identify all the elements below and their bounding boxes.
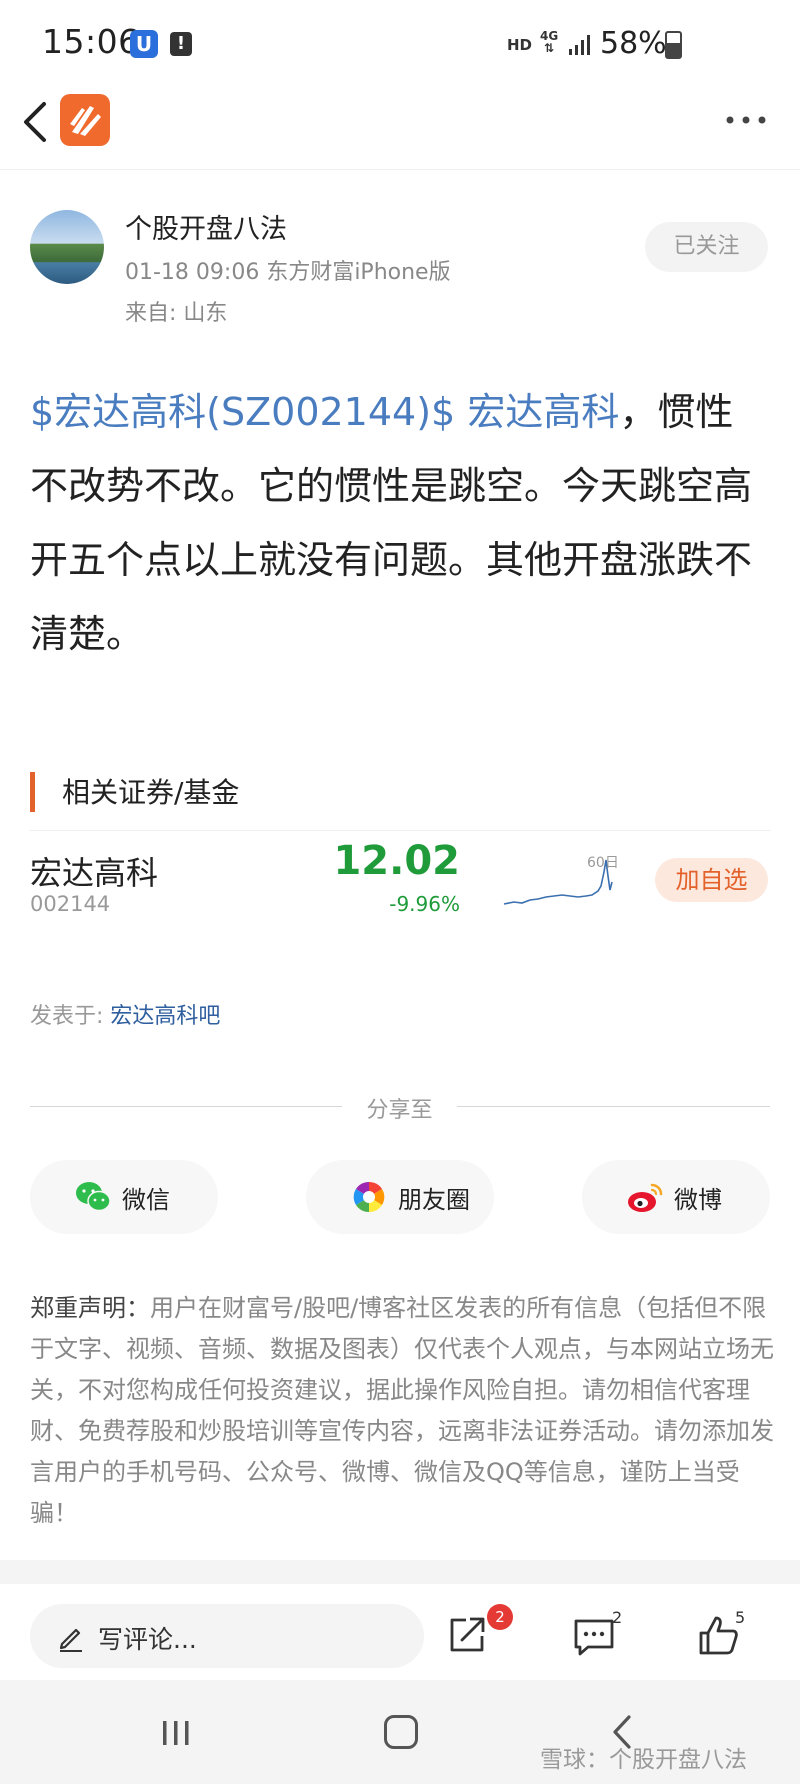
weibo-icon — [628, 1183, 663, 1212]
share-divider-right — [457, 1106, 770, 1107]
follow-button[interactable]: 已关注 — [645, 222, 768, 272]
comment-input[interactable] — [30, 1604, 424, 1668]
posted-in-prefix: 发表于: — [30, 1004, 111, 1029]
related-divider — [30, 830, 770, 831]
share-weibo-label: 微博 — [674, 1186, 722, 1214]
stock-tag-link[interactable]: $宏达高科(SZ002144)$ — [30, 390, 455, 434]
section-accent-bar — [30, 772, 35, 812]
share-out-icon[interactable] — [446, 1614, 488, 1656]
share-divider-left — [30, 1106, 342, 1107]
stock-name[interactable]: 宏达高科 — [30, 848, 158, 894]
share-wechat-button[interactable]: 微信 — [30, 1160, 218, 1234]
add-watchlist-button[interactable]: 加自选 — [655, 858, 768, 902]
status-time: 15:06 — [42, 22, 140, 61]
share-moments-label: 朋友圈 — [398, 1186, 470, 1214]
share-label: 分享至 — [366, 1098, 433, 1123]
post-location: 来自: 山东 — [125, 301, 228, 326]
comment-icon[interactable] — [572, 1617, 616, 1657]
posted-in: 发表于: 宏达高科吧 — [30, 998, 220, 1030]
disclaimer-body: 用户在财富号/股吧/博客社区发表的所有信息（包括但不限于文字、视频、音频、数据及… — [30, 1294, 774, 1527]
stock-price: 12.02 — [333, 838, 460, 884]
avatar[interactable] — [30, 210, 104, 284]
stock-change: -9.96% — [389, 892, 460, 916]
wechat-icon — [76, 1182, 111, 1212]
eastmoney-logo-icon — [60, 94, 110, 146]
chevron-left-icon[interactable] — [18, 94, 58, 150]
pencil-icon — [59, 1628, 82, 1652]
moments-icon — [353, 1181, 385, 1213]
disclaimer-head: 郑重声明： — [30, 1294, 150, 1322]
post-separator: ， — [619, 390, 658, 434]
disclaimer: 郑重声明：用户在财富号/股吧/博客社区发表的所有信息（包括但不限于文字、视频、音… — [30, 1288, 775, 1534]
nav-divider — [0, 169, 800, 170]
recent-apps-icon[interactable] — [160, 1719, 192, 1747]
battery-percent: 58% — [600, 26, 667, 61]
home-icon[interactable] — [384, 1715, 418, 1749]
post-content: $宏达高科(SZ002144)$ 宏达高科，惯性不改势不改。它的惯性是跳空。今天… — [30, 375, 770, 671]
watermark: 雪球：个股开盘八法 — [540, 1747, 747, 1773]
related-title: 相关证券/基金 — [62, 776, 240, 809]
stock-name-link[interactable]: 宏达高科 — [467, 390, 619, 434]
post-meta: 01-18 09:06 东方财富iPhone版 — [125, 260, 451, 285]
more-dots-icon[interactable] — [724, 112, 768, 128]
bar-link[interactable]: 宏达高科吧 — [110, 1004, 220, 1029]
section-separator — [0, 1560, 800, 1584]
status-bar: 15:06 U ! HD 4G ⇅ 58% — [0, 0, 800, 90]
share-count-badge: 2 — [487, 1604, 513, 1630]
comment-placeholder[interactable]: 写评论... — [98, 1620, 197, 1656]
stock-code: 002144 — [30, 892, 111, 916]
hd-indicator: HD — [507, 36, 533, 54]
app-notification-icon: U — [130, 30, 158, 58]
network-4g-indicator: 4G ⇅ — [540, 29, 559, 55]
author-name[interactable]: 个股开盘八法 — [125, 207, 287, 246]
share-weibo-button[interactable]: 微博 — [582, 1160, 770, 1234]
signal-icon — [569, 35, 590, 55]
comment-count: 2 — [612, 1608, 623, 1627]
alert-icon: ! — [170, 32, 192, 56]
share-moments-button[interactable]: 朋友圈 — [306, 1160, 494, 1234]
sparkline-label: 60日 — [587, 855, 619, 871]
battery-icon — [665, 31, 682, 59]
share-wechat-label: 微信 — [122, 1186, 170, 1214]
like-count: 5 — [735, 1608, 746, 1627]
